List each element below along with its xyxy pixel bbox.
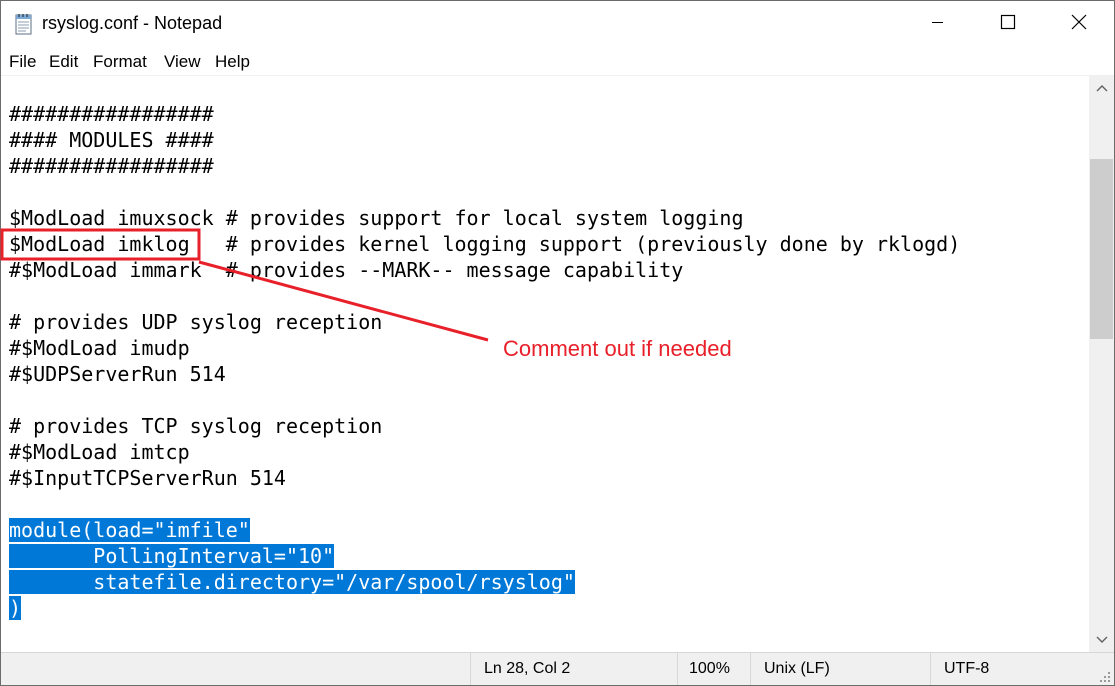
- status-divider: [470, 653, 471, 685]
- resize-grip-icon[interactable]: [1098, 670, 1112, 684]
- selected-text: PollingInterval="10": [9, 544, 335, 568]
- line-ending: Unix (LF): [764, 660, 830, 677]
- menu-view[interactable]: View: [164, 52, 201, 72]
- editor-line: #### MODULES ####: [9, 128, 214, 152]
- editor-line: #$ModLoad imtcp: [9, 440, 190, 464]
- editor-line: $ModLoad imklog # provides kernel loggin…: [9, 232, 961, 256]
- editor-line: #$ModLoad imudp: [9, 336, 190, 360]
- close-icon: [1071, 14, 1087, 35]
- editor-line-selected: ): [9, 595, 22, 621]
- menu-format[interactable]: Format: [93, 52, 147, 72]
- maximize-icon: [1000, 14, 1016, 35]
- editor-line: #$ModLoad immark # provides --MARK-- mes…: [9, 258, 684, 282]
- menu-help[interactable]: Help: [215, 52, 250, 72]
- status-divider: [677, 653, 678, 685]
- editor-line: # provides UDP syslog reception: [9, 310, 383, 334]
- title-bar[interactable]: rsyslog.conf - Notepad: [1, 1, 1114, 47]
- chevron-up-icon: [1096, 79, 1108, 97]
- scroll-up-button[interactable]: [1089, 76, 1114, 100]
- maximize-button[interactable]: [973, 1, 1043, 47]
- close-button[interactable]: [1044, 1, 1114, 47]
- annotation-label: Comment out if needed: [503, 336, 732, 361]
- minimize-icon: [932, 15, 944, 33]
- scroll-down-button[interactable]: [1089, 628, 1114, 652]
- status-divider: [930, 653, 931, 685]
- notepad-icon: [15, 13, 33, 35]
- editor-line-selected: module(load="imfile": [9, 517, 250, 543]
- editor-line: #################: [9, 154, 214, 178]
- selected-text: statefile.directory="/var/spool/rsyslog": [9, 570, 575, 594]
- editor-line: #################: [9, 102, 214, 126]
- window-title: rsyslog.conf - Notepad: [42, 13, 223, 33]
- status-divider: [750, 653, 751, 685]
- menu-bar: File Edit Format View Help: [1, 47, 1114, 76]
- status-bar: Ln 28, Col 2 100% Unix (LF) UTF-8: [1, 652, 1114, 685]
- menu-file[interactable]: File: [9, 52, 36, 72]
- zoom-level: 100%: [689, 660, 730, 677]
- editor-line-selected: statefile.directory="/var/spool/rsyslog": [9, 569, 575, 595]
- editor-line: # provides TCP syslog reception: [9, 414, 383, 438]
- cursor-position: Ln 28, Col 2: [484, 660, 571, 677]
- encoding: UTF-8: [944, 660, 990, 677]
- editor-line: #$UDPServerRun 514: [9, 362, 226, 386]
- chevron-down-icon: [1096, 631, 1108, 649]
- text-editor[interactable]: ################# #### MODULES #### ####…: [1, 76, 1089, 652]
- editor-line: #$InputTCPServerRun 514: [9, 466, 286, 490]
- selected-text: module(load="imfile": [9, 518, 250, 542]
- selected-text: ): [9, 596, 22, 620]
- menu-edit[interactable]: Edit: [49, 52, 78, 72]
- minimize-button[interactable]: [903, 1, 973, 47]
- editor-line-selected: PollingInterval="10": [9, 543, 335, 569]
- vertical-scrollbar[interactable]: [1089, 76, 1114, 652]
- scroll-thumb[interactable]: [1090, 159, 1113, 339]
- editor-line: $ModLoad imuxsock # provides support for…: [9, 206, 744, 230]
